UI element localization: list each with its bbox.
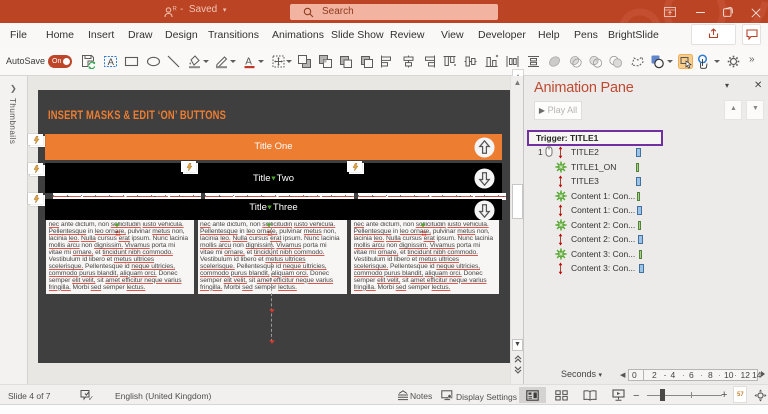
svg-text:R: R	[173, 7, 178, 13]
svg-text:A: A	[245, 57, 252, 68]
svg-text:✓: ✓	[88, 396, 93, 402]
svg-text:A: A	[107, 57, 114, 68]
